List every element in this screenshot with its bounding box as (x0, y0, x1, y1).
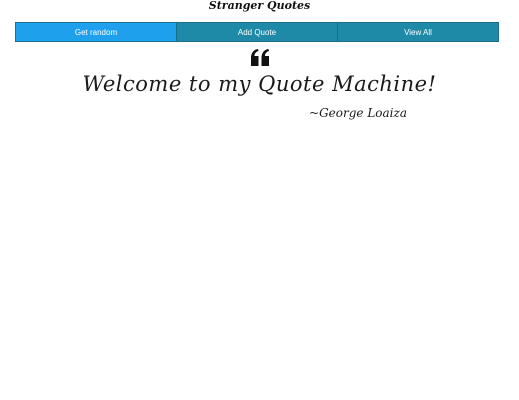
view-all-button[interactable]: View All (338, 23, 498, 41)
quote-text: Welcome to my Quote Machine! (82, 72, 437, 96)
quote-area: Welcome to my Quote Machine! ~George Loa… (0, 48, 519, 120)
nav-bar: Get random Add Quote View All (15, 22, 499, 42)
quote-author: ~George Loaiza (309, 106, 407, 120)
get-random-button[interactable]: Get random (16, 23, 177, 41)
quote-left-icon (250, 49, 269, 66)
add-quote-button[interactable]: Add Quote (177, 23, 338, 41)
site-title: Stranger Quotes (208, 0, 311, 12)
app-root: Stranger Quotes Get random Add Quote Vie… (0, 0, 519, 400)
